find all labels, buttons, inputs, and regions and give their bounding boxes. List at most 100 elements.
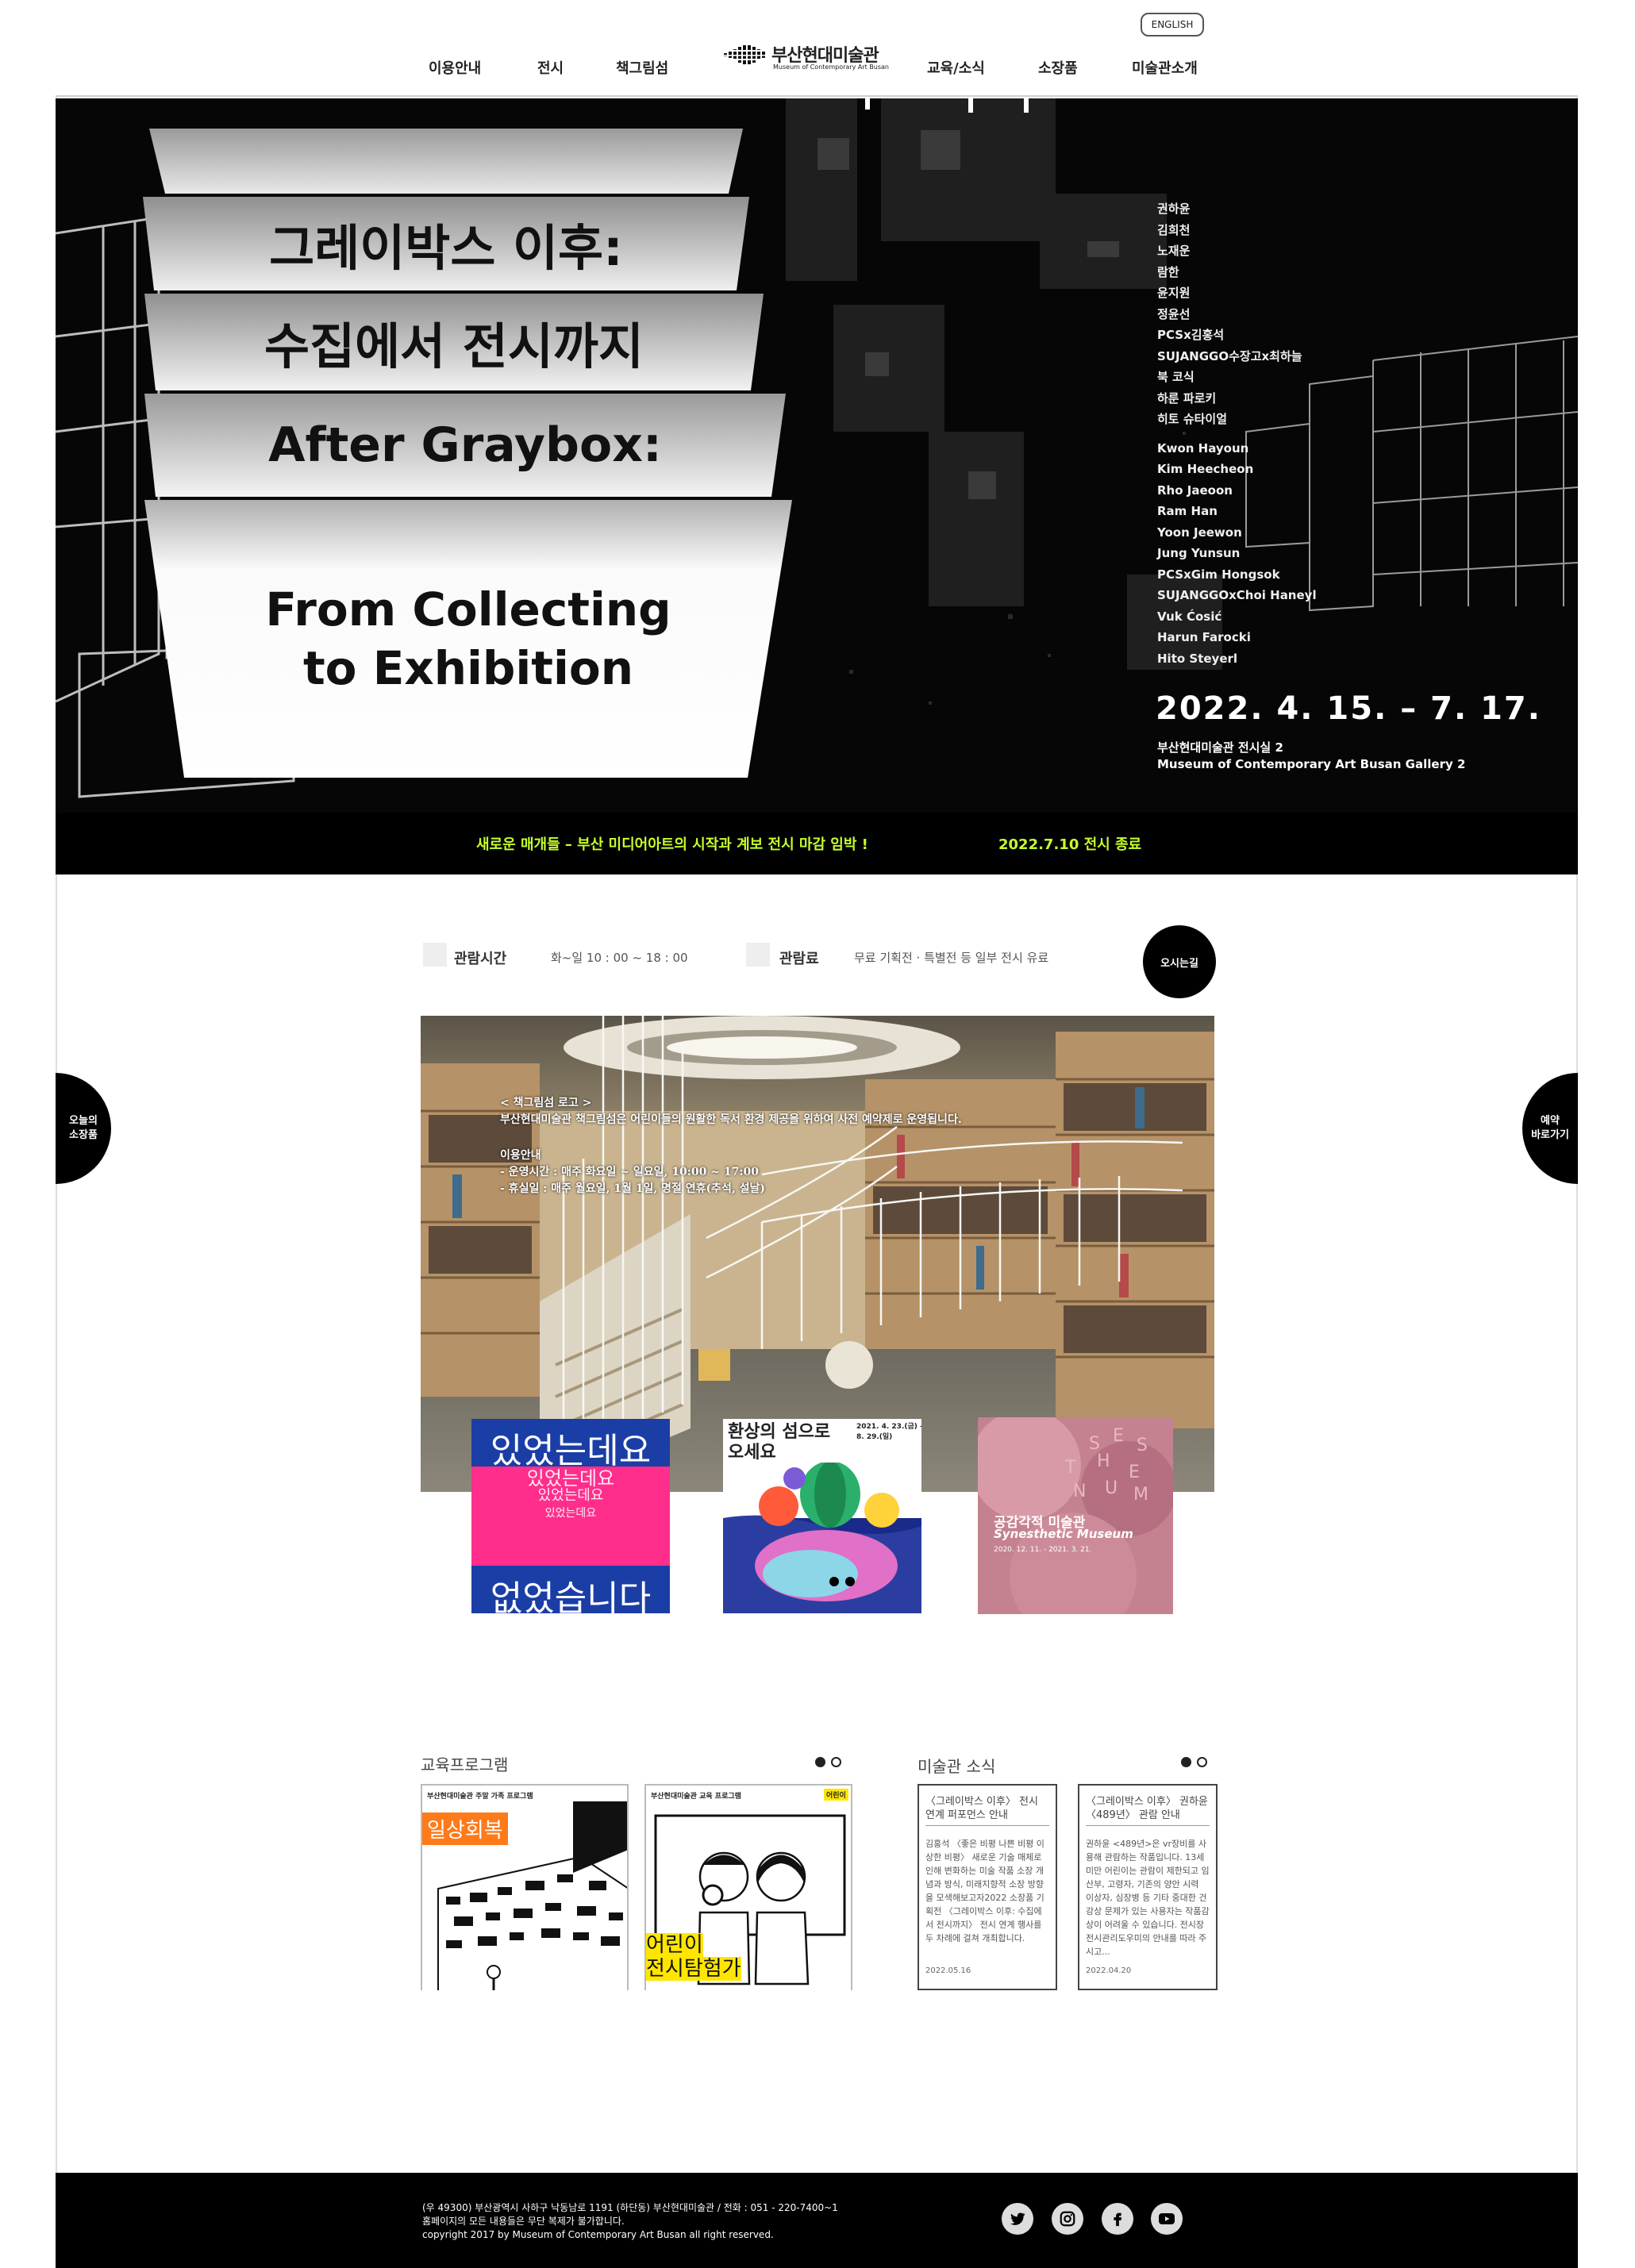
hero-title-tile-1	[149, 129, 743, 194]
guide-closed: - 휴실일 : 매주 월요일, 1월 1일, 명절 연휴(추석, 설날)	[500, 1182, 766, 1195]
artist-kr: 권하윤	[1157, 202, 1191, 216]
footer-copyright: copyright 2017 by Museum of Contemporary…	[422, 2229, 774, 2240]
poster-1-title: 있었는데요	[490, 1431, 652, 1471]
poster-2-date: 2021. 4. 23.(금) — 8. 29.(일)	[856, 1423, 921, 1441]
youtube-icon[interactable]	[1151, 2203, 1183, 2235]
news-card-1-date: 2022.05.16	[925, 1966, 971, 1975]
nav-education-news[interactable]: 교육/소식	[927, 57, 985, 78]
english-button[interactable]: ENGLISH	[1141, 13, 1204, 37]
poster-1-bottom: 없었습니다	[490, 1578, 652, 1613]
notice-text[interactable]: 새로운 매개들 – 부산 미디어아트의 시작과 계보 전시 마감 임박 !	[476, 833, 868, 854]
education-section-title: 교육프로그램	[421, 1755, 509, 1774]
news-pager-dot-2[interactable]	[1197, 1757, 1207, 1767]
svg-text:M: M	[1133, 1485, 1148, 1505]
book-island-notice: < 책그림섬 로고 > 부산현대미술관 책그림섬은 어린이들의 원활한 독서 환…	[500, 1095, 962, 1197]
poster-2-title: 환상의 섬으로 오세요	[728, 1422, 831, 1463]
poster-2-illustration	[723, 1463, 921, 1613]
artist-en: Harun Farocki	[1157, 630, 1251, 644]
place-en: Museum of Contemporary Art Busan Gallery…	[1157, 757, 1466, 771]
artist-kr: 노재운	[1157, 244, 1191, 258]
logo-text-en: Museum of Contemporary Art Busan	[773, 63, 889, 71]
poster-3-title-en: Synesthetic Museum	[994, 1527, 1133, 1541]
clock-icon	[423, 943, 447, 967]
footer-info: (우 49300) 부산광역시 사하구 낙동남로 1191 (하단동) 부산현대…	[422, 2201, 838, 2242]
ticket-icon	[746, 943, 770, 967]
poster-exhibition-1[interactable]: 있었는데요 있었는데요 있었는데요 있었는데요 없었습니다	[471, 1419, 670, 1613]
artist-kr: 람한	[1157, 264, 1179, 279]
notice-line: 부산현대미술관 책그림섬은 어린이들의 원활한 독서 환경 제공을 위하여 사전…	[500, 1113, 962, 1126]
guide-hours: - 운영시간 : 매주 화요일 ~ 일요일, 10:00 ~ 17:00	[500, 1166, 760, 1178]
artist-kr: 정윤선	[1157, 306, 1191, 321]
artist-list: 권하윤 김희천 노재운 람한 윤지원 정윤선 PCSx김홍석 SUJANGGO수…	[1157, 198, 1317, 669]
place-kr: 부산현대미술관 전시실 2	[1157, 740, 1283, 755]
artist-en: Hito Steyerl	[1157, 651, 1238, 666]
news-card-2[interactable]: 〈그레이박스 이후〉 권하윤 〈489년〉 관람 안내 권하윤 <489년>은 …	[1078, 1784, 1218, 1990]
todays-collection-label: 오늘의 소장품	[69, 1115, 98, 1141]
poster-1-echo: 있었는데요 있었는데요 있었는데요	[503, 1467, 638, 1522]
exhibition-place: 부산현대미술관 전시실 2 Museum of Contemporary Art…	[1157, 740, 1465, 773]
footer-notice: 홈페이지의 모든 내용들은 무단 복제가 불가합니다.	[422, 2216, 625, 2227]
artist-en: Rho Jaeoon	[1157, 482, 1233, 498]
footer-address: (우 49300) 부산광역시 사하구 낙동남로 1191 (하단동) 부산현대…	[422, 2202, 838, 2213]
poster-1-echo-2: 있었는데요	[537, 1487, 604, 1504]
site-footer: (우 49300) 부산광역시 사하구 낙동남로 1191 (하단동) 부산현대…	[56, 2173, 1578, 2268]
hero-title-line-4: From Collecting to Exhibition	[144, 500, 792, 778]
hero-title-line-2: 수집에서 전시까지	[144, 294, 764, 390]
svg-text:T: T	[1064, 1458, 1076, 1478]
poster-1-echo-1: 있었는데요	[526, 1467, 615, 1490]
news-card-2-date: 2022.04.20	[1086, 1966, 1132, 1975]
edu-card-2-tag: 어린이	[824, 1789, 848, 1801]
facebook-icon[interactable]	[1102, 2203, 1133, 2235]
svg-text:U: U	[1105, 1478, 1118, 1498]
nav-about[interactable]: 미술관소개	[1132, 57, 1198, 78]
twitter-icon[interactable]	[1002, 2203, 1033, 2235]
nav-guide[interactable]: 이용안내	[429, 57, 481, 78]
nav-collection[interactable]: 소장품	[1038, 57, 1078, 78]
poster-1-echo-3: 있었는데요	[544, 1507, 597, 1520]
artist-en: PCSxGim Hongsok	[1157, 567, 1280, 582]
edu-card-2[interactable]: 부산현대미술관 교육 프로그램 어린이 어린이 전시탐험가	[644, 1784, 852, 1990]
artist-en: Kwon Hayoun	[1157, 440, 1249, 456]
hours-label: 관람시간	[454, 951, 507, 967]
nav-exhibition[interactable]: 전시	[537, 57, 564, 78]
artist-kr: 북 코식	[1157, 370, 1195, 384]
exhibition-date: 2022. 4. 15. – 7. 17.	[1156, 690, 1541, 727]
news-card-2-title: 〈그레이박스 이후〉 권하윤 〈489년〉 관람 안내	[1086, 1795, 1210, 1826]
notice-end-date: 2022.7.10 전시 종료	[998, 836, 1142, 853]
edu-card-2-label-wrap: 어린이 전시탐험가	[646, 1933, 741, 1981]
artist-en: Vuk Ćosić	[1157, 609, 1222, 624]
artist-en: Jung Yunsun	[1157, 546, 1241, 560]
edu-pager-dot-2[interactable]	[831, 1757, 841, 1767]
hero-title-line-3: After Graybox:	[144, 394, 786, 497]
news-card-1-title: 〈그레이박스 이후〉 전시 연계 퍼포먼스 안내	[925, 1795, 1049, 1826]
notice-heading: < 책그림섬 로고 >	[500, 1097, 592, 1109]
edu-card-1[interactable]: 부산현대미술관 주말 가족 프로그램 일상회복	[421, 1784, 629, 1990]
news-card-1[interactable]: 〈그레이박스 이후〉 전시 연계 퍼포먼스 안내 김홍석 〈좋은 비평 나쁜 비…	[918, 1784, 1057, 1990]
edu-card-2-label: 어린이 전시탐험가	[646, 1933, 741, 1981]
news-pager-dot-1[interactable]	[1181, 1757, 1191, 1767]
artist-en: SUJANGGOxChoi Haneyl	[1157, 588, 1317, 602]
edu-card-1-header: 부산현대미술관 주말 가족 프로그램	[427, 1793, 533, 1801]
poster-exhibition-2[interactable]: 환상의 섬으로 오세요 2021. 4. 23.(금) — 8. 29.(일)	[723, 1419, 921, 1613]
hero-banner[interactable]: 그레이박스 이후: 수집에서 전시까지 After Graybox: From …	[56, 98, 1578, 813]
news-section-title: 미술관 소식	[918, 1757, 996, 1776]
artist-kr: 하룬 파로키	[1157, 390, 1217, 406]
site-header: ENGLISH 이용안내 전시 책그림섬 부산현대미술관 Museum of C…	[56, 0, 1578, 97]
instagram-icon[interactable]	[1052, 2203, 1083, 2235]
reservation-label: 예약 바로가기	[1531, 1115, 1569, 1141]
fee-label: 관람료	[779, 951, 819, 967]
news-card-2-body: 권하윤 <489년>은 vr장비를 사용해 관람하는 작품입니다. 13세 미만…	[1086, 1839, 1210, 1957]
museum-logo[interactable]: 부산현대미술관 Museum of Contemporary Art Busan	[724, 41, 898, 73]
guide-title: 이용안내	[500, 1149, 541, 1162]
directions-button[interactable]: 오시는길	[1143, 925, 1216, 998]
edu-pager-dot-1[interactable]	[815, 1757, 825, 1767]
logo-mark-icon	[724, 45, 768, 64]
poster-exhibition-3[interactable]: SES THE NUM 공감각적 미술관 Synesthetic Museum …	[978, 1417, 1173, 1614]
hero-title-line-1: 그레이박스 이후:	[143, 197, 749, 290]
artist-kr: 히토 슈타이얼	[1157, 412, 1228, 426]
news-card-1-body: 김홍석 〈좋은 비평 나쁜 비평 이상한 비평〉 새로운 기술 매체로 인해 변…	[925, 1839, 1044, 1943]
svg-text:H: H	[1097, 1451, 1110, 1471]
artist-en: Ram Han	[1157, 504, 1218, 518]
notice-bar[interactable]: 새로운 매개들 – 부산 미디어아트의 시작과 계보 전시 마감 임박 ! 20…	[56, 813, 1578, 875]
nav-book-island[interactable]: 책그림섬	[616, 57, 668, 78]
